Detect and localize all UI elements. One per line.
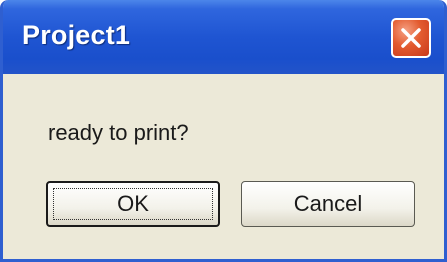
focus-rectangle: [53, 188, 213, 220]
dialog-window: Project1 ready to print? OK Cancel: [0, 0, 447, 262]
dialog-message: ready to print?: [48, 120, 189, 145]
dialog-body: ready to print? OK Cancel: [3, 74, 444, 259]
cancel-button[interactable]: Cancel: [241, 181, 415, 227]
close-icon: [401, 28, 421, 48]
title-bar[interactable]: Project1: [3, 0, 444, 74]
ok-button[interactable]: OK: [46, 181, 220, 227]
cancel-button-label: Cancel: [293, 191, 363, 216]
close-button[interactable]: [391, 18, 431, 58]
window-title: Project1: [22, 20, 131, 50]
